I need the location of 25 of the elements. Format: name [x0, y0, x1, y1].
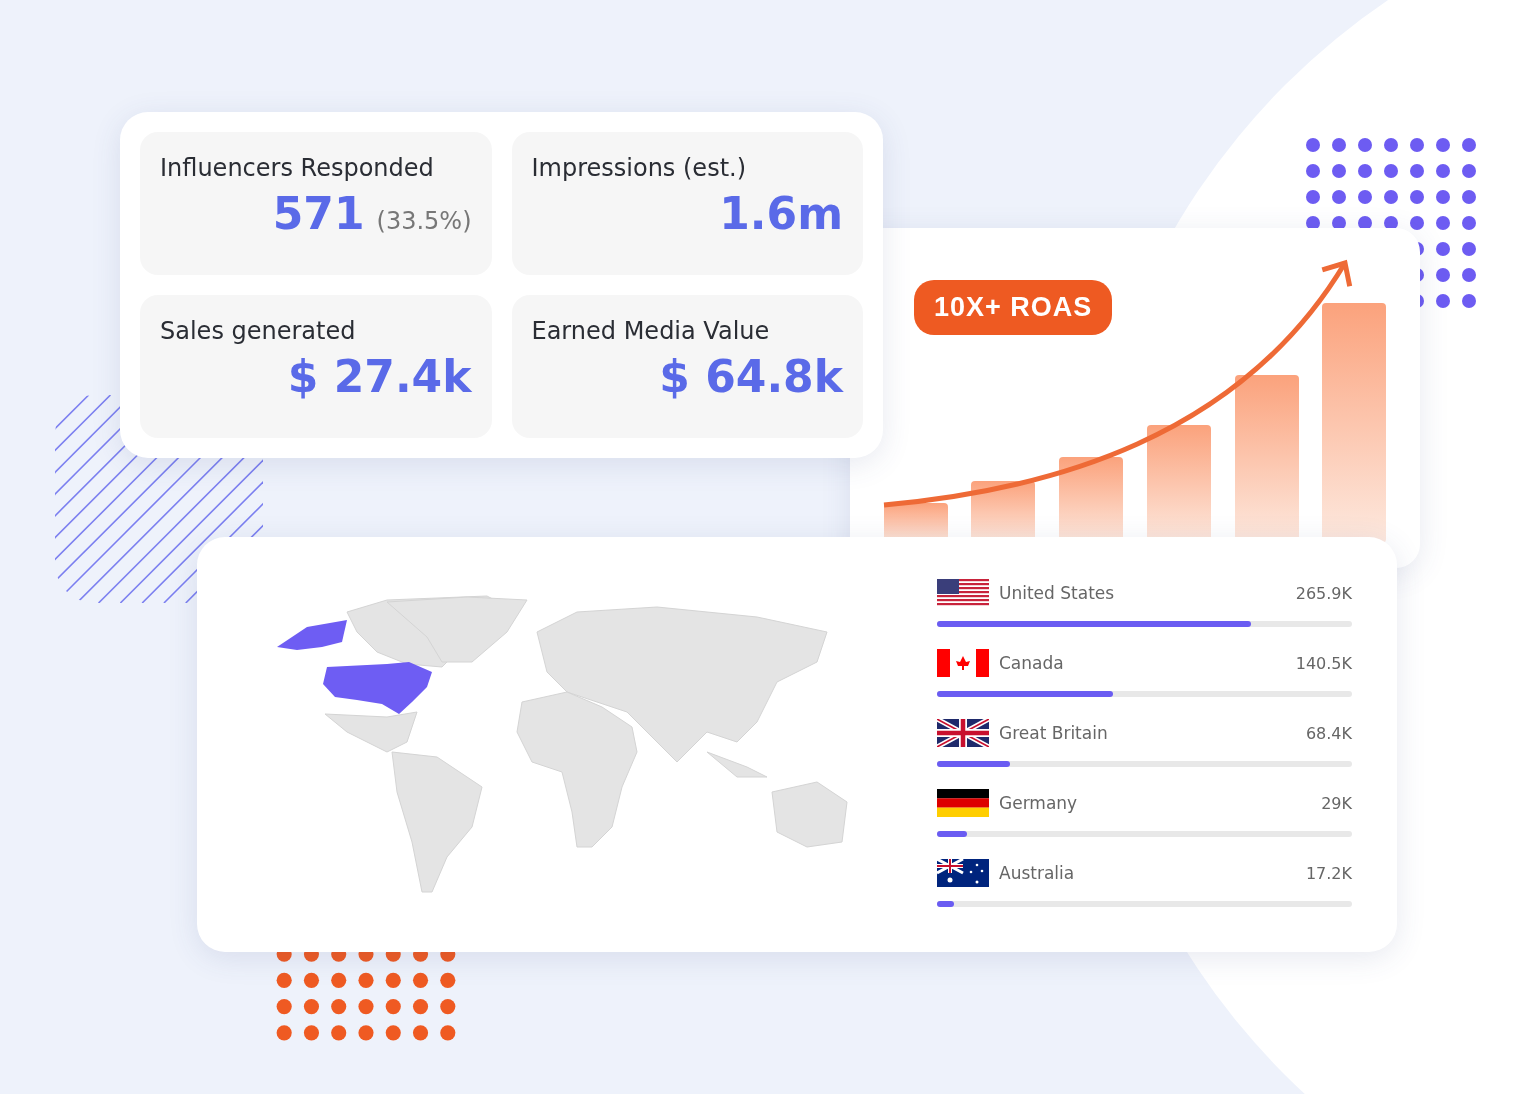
country-value: 68.4K [1305, 723, 1352, 743]
stat-value: 571 [272, 188, 365, 239]
country-value: 140.5K [1295, 653, 1352, 673]
stat-label: Influencers Responded [160, 154, 435, 182]
flag-icon [937, 719, 989, 747]
country-value: 17.2K [1305, 863, 1352, 883]
stat-value: $ 27.4k [287, 351, 472, 402]
stat-label: Sales generated [160, 317, 357, 345]
stat-label: Earned Media Value [531, 317, 771, 345]
country-value: 29K [1321, 793, 1352, 813]
country-name: Germany [999, 793, 1079, 813]
stat-value: 1.6m [719, 188, 843, 239]
roas-badge: 10X+ ROAS [914, 280, 1113, 335]
country-name: Canada [999, 653, 1065, 673]
country-name: United States [999, 583, 1116, 603]
country-name: Australia [999, 863, 1076, 883]
country-name: Great Britain [999, 723, 1109, 743]
stat-label: Impressions (est.) [531, 154, 748, 182]
flag-icon [937, 649, 989, 677]
flag-icon [937, 579, 989, 607]
stat-value: $ 64.8k [659, 351, 843, 402]
flag-icon [937, 789, 989, 817]
flag-icon [937, 859, 989, 887]
stat-percentage: (33.5%) [376, 207, 472, 235]
country-value: 265.9K [1295, 583, 1352, 603]
